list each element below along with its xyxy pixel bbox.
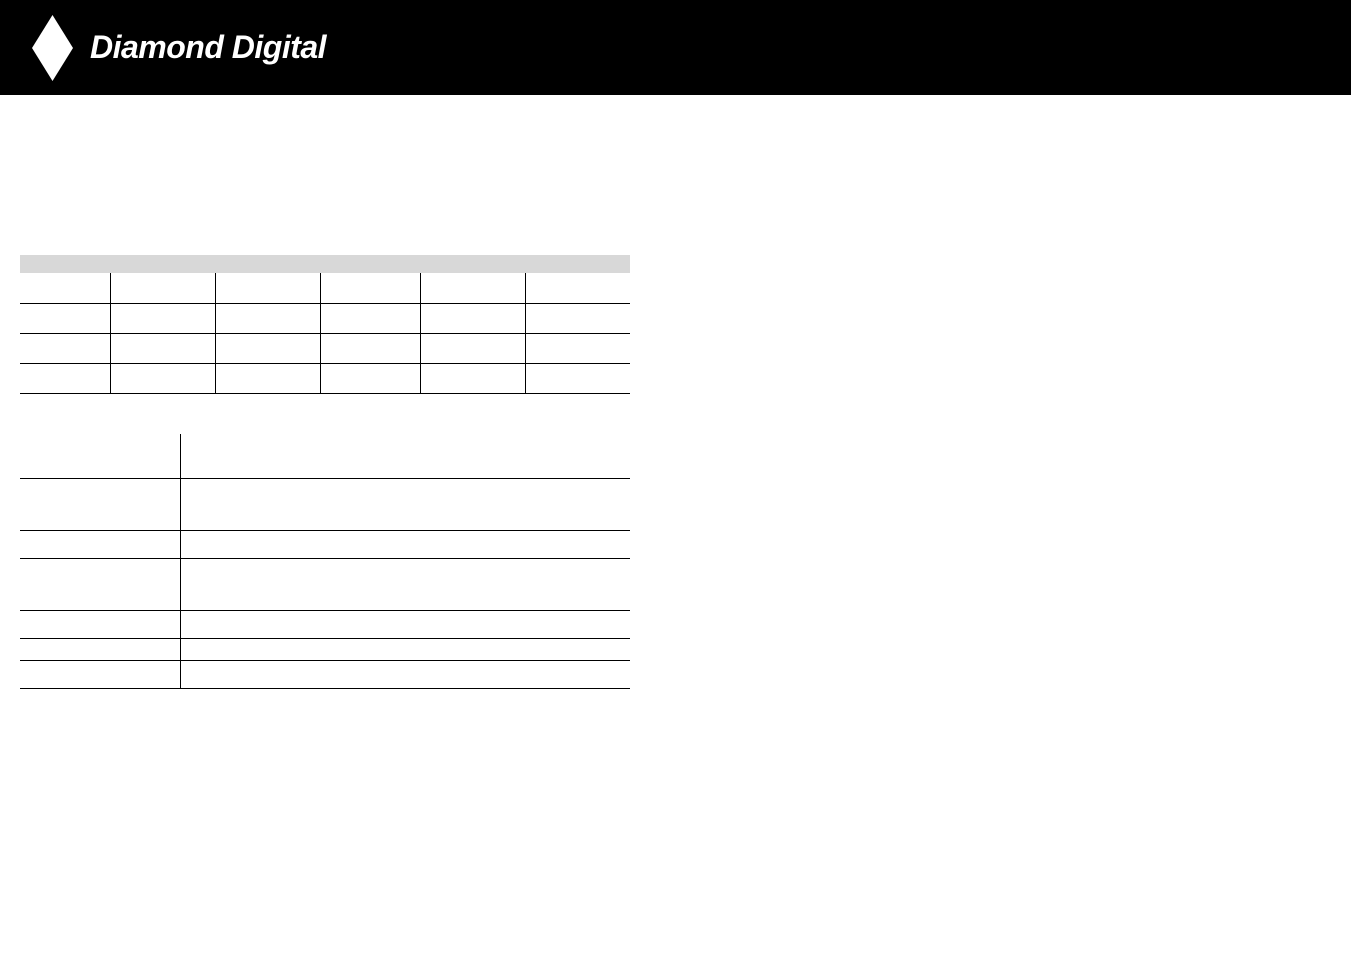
table-cell (20, 531, 180, 559)
table-1-header-shade (20, 255, 630, 273)
table-cell (110, 303, 215, 333)
table-cell (20, 303, 110, 333)
table-row (20, 363, 630, 393)
table-row (20, 661, 630, 689)
table-row (20, 303, 630, 333)
table-cell (20, 559, 180, 611)
table-cell (20, 661, 180, 689)
table-cell (110, 363, 215, 393)
table-cell (420, 273, 525, 303)
table-cell (20, 479, 180, 531)
table-cell (180, 661, 630, 689)
page-content (0, 95, 1351, 689)
table-cell (180, 434, 630, 479)
table-row (20, 333, 630, 363)
header-bar: Diamond Digital (0, 0, 1351, 95)
table-cell (215, 363, 320, 393)
table-row (20, 639, 630, 661)
table-row (20, 479, 630, 531)
table-cell (110, 333, 215, 363)
table-cell (180, 479, 630, 531)
table-cell (320, 333, 420, 363)
table-1 (20, 273, 630, 394)
table-cell (320, 363, 420, 393)
table-1-wrap (20, 255, 630, 394)
table-cell (420, 333, 525, 363)
table-cell (320, 273, 420, 303)
table-cell (320, 303, 420, 333)
table-cell (20, 363, 110, 393)
table-row (20, 273, 630, 303)
table-cell (525, 333, 630, 363)
table-cell (20, 434, 180, 479)
table-cell (525, 303, 630, 333)
table-cell (180, 559, 630, 611)
brand-text: Diamond Digital (90, 29, 326, 66)
table-cell (20, 273, 110, 303)
table-cell (20, 639, 180, 661)
table-cell (180, 531, 630, 559)
table-2 (20, 434, 630, 690)
table-cell (20, 611, 180, 639)
table-row (20, 559, 630, 611)
table-row (20, 611, 630, 639)
table-row (20, 531, 630, 559)
table-cell (215, 303, 320, 333)
table-cell (180, 639, 630, 661)
table-cell (420, 303, 525, 333)
table-cell (215, 273, 320, 303)
table-cell (420, 363, 525, 393)
table-cell (20, 333, 110, 363)
table-cell (215, 333, 320, 363)
table-cell (180, 611, 630, 639)
table-cell (525, 363, 630, 393)
table-row (20, 434, 630, 479)
table-cell (110, 273, 215, 303)
table-cell (525, 273, 630, 303)
diamond-icon (30, 13, 75, 83)
